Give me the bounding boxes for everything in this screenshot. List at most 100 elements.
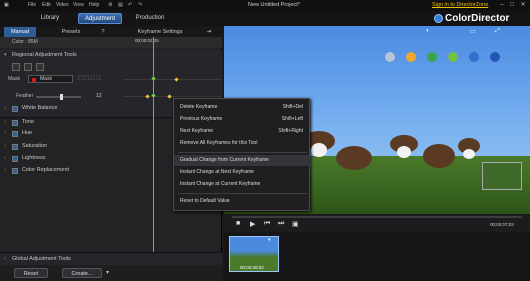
settings-icon[interactable]: ⚙: [108, 2, 112, 8]
section-label: Color Replacement: [22, 167, 70, 173]
menu-remove-all-keyframes[interactable]: Remove All Keyframes for this Tool: [174, 138, 311, 149]
menu-video[interactable]: Video: [56, 2, 69, 8]
feather-value[interactable]: 12: [96, 93, 102, 99]
color-swatch-5[interactable]: [469, 52, 479, 62]
reset-button[interactable]: Reset: [14, 268, 48, 278]
color-swatch-2[interactable]: [406, 52, 416, 62]
lightness-checkbox[interactable]: [12, 156, 18, 162]
radial-tool-icon[interactable]: [24, 63, 32, 71]
menu-next-keyframe[interactable]: Next Keyframe Shift+Right: [174, 126, 311, 137]
menu-separator: [178, 152, 307, 153]
playback-scrubber[interactable]: [232, 216, 522, 218]
keyframe-playhead[interactable]: [153, 37, 154, 265]
brand-name: ColorDirector: [445, 13, 510, 24]
tab-production[interactable]: Production: [130, 13, 170, 24]
tab-manual[interactable]: Manual: [4, 27, 36, 37]
window-title: New Untitled Project*: [248, 2, 300, 8]
tab-presets[interactable]: Presets: [56, 27, 86, 37]
feather-keyframe-track[interactable]: [123, 96, 222, 97]
color-swatch-6[interactable]: [490, 52, 500, 62]
tab-library[interactable]: Library: [34, 13, 66, 24]
keyframe-ruler[interactable]: [150, 37, 222, 48]
menu-reset-default[interactable]: Reset to Default Value: [174, 196, 311, 207]
snapshot-icon[interactable]: ▣: [292, 220, 299, 228]
undo-icon[interactable]: ↶: [128, 2, 132, 8]
close-icon[interactable]: ✕: [519, 1, 527, 9]
menu-edit[interactable]: Edit: [42, 2, 51, 8]
tab-keyframe-settings[interactable]: Keyframe Settings: [135, 27, 185, 37]
feather-slider[interactable]: [36, 94, 81, 100]
menu-item-label: Instant Change at Current Keyframe: [180, 181, 261, 187]
menu-file[interactable]: File: [28, 2, 36, 8]
playback-controls: ■ ▶ ⏮ ⏭ ▣ 00;00;07;02: [224, 214, 530, 232]
menu-instant-change-next[interactable]: Instant Change at Next Keyframe: [174, 167, 311, 178]
color-swatch-1[interactable]: [385, 52, 395, 62]
menu-item-shortcut: Shift+Del: [282, 104, 303, 110]
save-icon[interactable]: ▤: [118, 2, 123, 8]
keyframe-marker[interactable]: [167, 94, 172, 99]
feather-slider-knob[interactable]: [60, 94, 63, 100]
expand-arrow-icon: ›: [4, 256, 6, 262]
minimize-icon[interactable]: –: [498, 1, 506, 9]
clip-options-icon[interactable]: ▾: [268, 237, 271, 243]
collapse-arrow-icon[interactable]: ▾: [4, 52, 7, 58]
redo-icon[interactable]: ↷: [138, 2, 142, 8]
view-mode-icon[interactable]: ▭: [470, 28, 476, 35]
keyframe-marker[interactable]: [145, 94, 150, 99]
clip-duration: 00;00;20;02: [240, 265, 264, 270]
expand-arrow-icon: ›: [4, 167, 6, 173]
menu-item-label: Next Keyframe: [180, 128, 214, 134]
expand-arrow-icon: ›: [4, 155, 6, 161]
stop-icon[interactable]: ■: [236, 220, 240, 227]
tab-adjustment[interactable]: Adjustment: [78, 13, 122, 24]
color-swatch-4[interactable]: [448, 52, 458, 62]
menu-item-shortcut: Shift+Right: [278, 128, 303, 134]
clip-thumbnail[interactable]: 00;00;20;02: [229, 236, 279, 272]
expand-arrow-icon: ›: [4, 130, 6, 136]
menu-instant-change-current[interactable]: Instant Change at Current Keyframe: [174, 179, 311, 190]
sign-in-link[interactable]: Sign in to DirectorZone: [432, 2, 488, 8]
timecode-top: 00;00;02;25: [135, 38, 159, 43]
create-button[interactable]: Create...: [62, 268, 102, 278]
mask-label: Mask: [8, 76, 20, 82]
app-icon: ▣: [4, 2, 9, 8]
saturation-checkbox[interactable]: [12, 144, 18, 150]
global-adjustment-tools[interactable]: › Global Adjustment Tools: [0, 252, 222, 265]
mask-tools-icons[interactable]: ⬚ ⬚ ⬚ ⬚: [78, 75, 101, 81]
play-icon[interactable]: ▶: [250, 220, 255, 228]
brush-tool-icon[interactable]: [12, 63, 20, 71]
next-frame-icon[interactable]: ⏭: [278, 220, 284, 228]
mask-value: Mask: [40, 76, 52, 82]
hue-checkbox[interactable]: [12, 131, 18, 137]
mask-dropdown[interactable]: Mask: [28, 75, 73, 83]
keyframe-marker[interactable]: [174, 77, 179, 82]
color-replacement-checkbox[interactable]: [12, 168, 18, 174]
help-icon[interactable]: ?: [98, 27, 108, 37]
gradient-tool-icon[interactable]: [36, 63, 44, 71]
color-swatch-3[interactable]: [427, 52, 437, 62]
fullscreen-icon[interactable]: ⤢: [495, 28, 500, 35]
mask-row: Mask Mask ⬚ ⬚ ⬚ ⬚: [8, 75, 222, 85]
menu-view[interactable]: View: [73, 2, 84, 8]
dropdown-arrow-icon[interactable]: ▾: [106, 269, 109, 276]
menu-help[interactable]: Help: [89, 2, 99, 8]
menu-item-label: Delete Keyframe: [180, 104, 218, 110]
menu-gradual-change[interactable]: Gradual Change from Current Keyframe: [174, 155, 311, 166]
expand-icon[interactable]: ⇥: [205, 27, 213, 37]
menu-delete-keyframe[interactable]: Delete Keyframe Shift+Del: [174, 102, 311, 113]
mask-keyframe-track[interactable]: [123, 79, 222, 80]
menu-previous-keyframe[interactable]: Previous Keyframe Shift+Left: [174, 114, 311, 125]
maximize-icon[interactable]: □: [508, 1, 516, 9]
keyframe-context-menu: Delete Keyframe Shift+Del Previous Keyfr…: [173, 98, 311, 211]
expand-arrow-icon: ›: [4, 119, 6, 125]
tone-checkbox[interactable]: [12, 120, 18, 126]
menu-item-label: Remove All Keyframes for this Tool: [180, 140, 258, 146]
panel-subtabs: Manual Presets ? Keyframe Settings ⇥: [0, 26, 222, 37]
menu-item-label: Reset to Default Value: [180, 198, 230, 204]
section-label: Saturation: [22, 143, 48, 149]
previous-frame-icon[interactable]: ⏮: [264, 220, 270, 228]
compare-icon[interactable]: ◐: [426, 28, 430, 34]
menu-bar: ▣ File Edit Video View Help ⚙ ▤ ↶ ↷ New …: [0, 0, 530, 11]
section-label: Lightness: [22, 155, 46, 161]
white-balance-checkbox[interactable]: [12, 106, 18, 112]
